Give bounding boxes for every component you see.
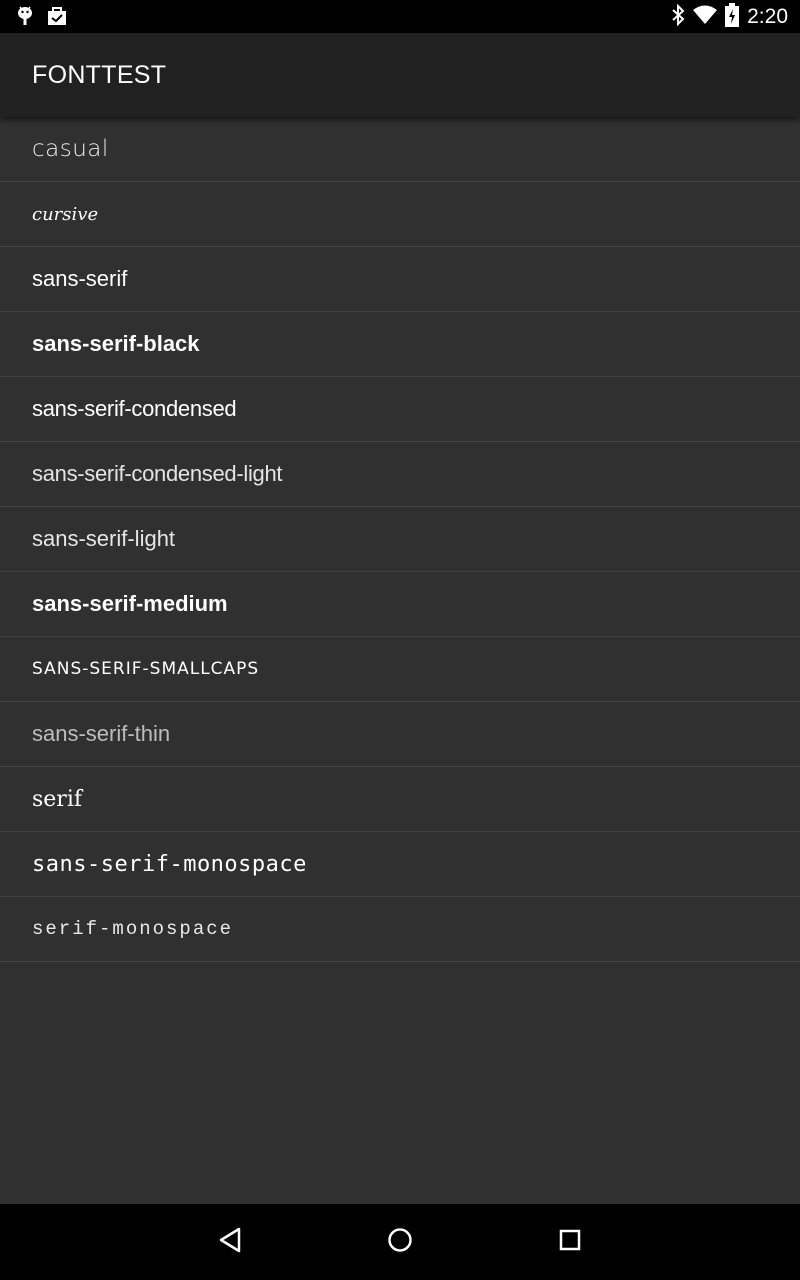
list-item-sans-serif-black[interactable]: sans-serif-black [0, 312, 800, 377]
list-item-label: sans-serif [32, 266, 128, 291]
wifi-icon [693, 5, 718, 29]
bluetooth-icon [671, 3, 685, 30]
list-item-serif-monospace[interactable]: serif-monospace [0, 897, 800, 962]
list-item-cursive[interactable]: cursive [0, 182, 800, 247]
list-item-serif[interactable]: serif [0, 767, 800, 832]
list-item-label: sans-serif-medium [32, 591, 228, 616]
list-item-label: SANS-SERIF-SMALLCAPS [32, 659, 260, 679]
home-button[interactable] [382, 1224, 418, 1260]
list-item-label: sans-serif-condensed-light [32, 461, 283, 486]
list-item-label: casual [32, 136, 109, 162]
status-bar: 2:20 [0, 0, 800, 33]
list-item-label: sans-serif-monospace [32, 851, 307, 877]
app-bar: FONTTEST [0, 33, 800, 117]
list-item-label: sans-serif-light [32, 526, 176, 551]
status-time: 2:20 [747, 5, 788, 28]
list-item-label: serif-monospace [32, 918, 234, 940]
recents-icon [557, 1227, 583, 1257]
list-item-label: cursive [32, 203, 99, 225]
list-item-label: serif [32, 786, 83, 812]
back-icon [217, 1226, 243, 1258]
list-item-sans-serif-smallcaps[interactable]: SANS-SERIF-SMALLCAPS [0, 637, 800, 702]
list-item-sans-serif-light[interactable]: sans-serif-light [0, 507, 800, 572]
list-item-label: sans-serif-thin [32, 721, 171, 746]
list-item-sans-serif-thin[interactable]: sans-serif-thin [0, 702, 800, 767]
android-debug-icon [16, 5, 34, 31]
list-item-label: sans-serif-black [32, 331, 200, 356]
home-icon [386, 1226, 414, 1258]
list-item-sans-serif-monospace[interactable]: sans-serif-monospace [0, 832, 800, 897]
font-list: casual cursive sans-serif sans-serif-bla… [0, 117, 800, 962]
store-bag-icon [46, 5, 68, 31]
back-button[interactable] [212, 1224, 248, 1260]
list-item-sans-serif-condensed-light[interactable]: sans-serif-condensed-light [0, 442, 800, 507]
page-title: FONTTEST [32, 61, 167, 89]
list-item-sans-serif-medium[interactable]: sans-serif-medium [0, 572, 800, 637]
list-item-label: sans-serif-condensed [32, 396, 237, 421]
battery-charging-icon [725, 3, 740, 31]
navigation-bar [0, 1204, 800, 1280]
recents-button[interactable] [552, 1224, 588, 1260]
list-item-sans-serif-condensed[interactable]: sans-serif-condensed [0, 377, 800, 442]
list-item-sans-serif[interactable]: sans-serif [0, 247, 800, 312]
list-item-casual[interactable]: casual [0, 117, 800, 182]
